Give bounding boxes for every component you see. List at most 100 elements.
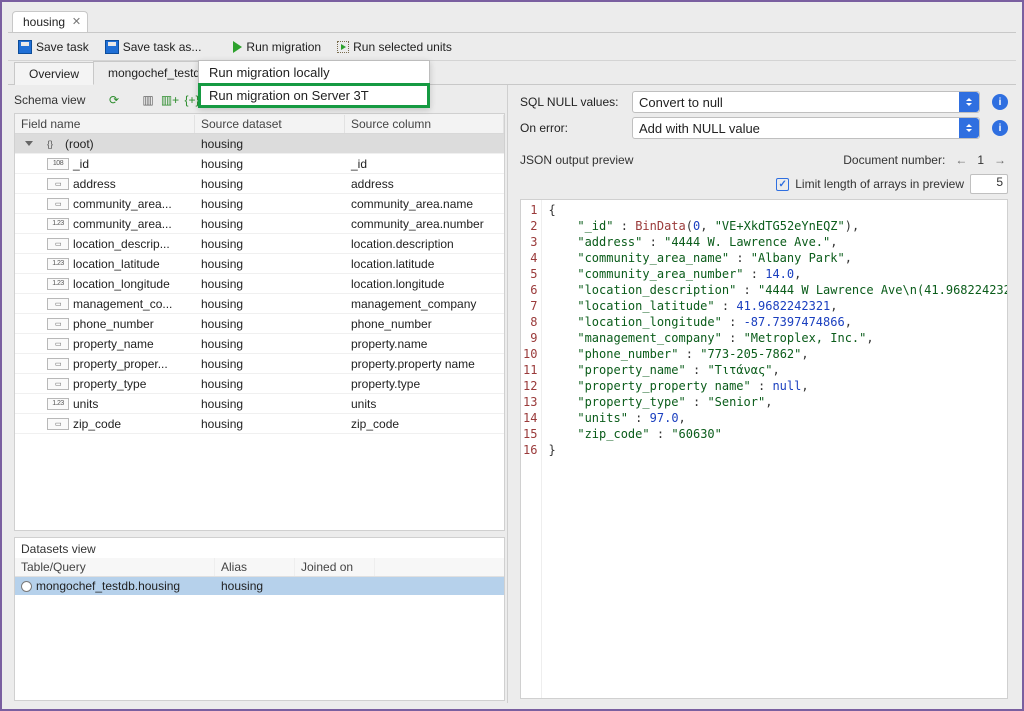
limit-arrays-checkbox[interactable]: ✓ bbox=[776, 178, 789, 191]
type-icon: ▭ bbox=[47, 238, 69, 250]
type-icon: 108 bbox=[47, 158, 69, 170]
source-dataset-cell: housing bbox=[195, 256, 345, 272]
save-icon bbox=[18, 40, 32, 54]
col-source-dataset[interactable]: Source dataset bbox=[195, 115, 345, 133]
schema-row[interactable]: {}(root)housing bbox=[15, 134, 504, 154]
schema-row[interactable]: ▭ property_type housingproperty.type bbox=[15, 374, 504, 394]
source-dataset-cell: housing bbox=[195, 316, 345, 332]
source-column-cell: property.name bbox=[345, 336, 504, 352]
disclosure-icon[interactable] bbox=[25, 141, 33, 146]
field-name: community_area... bbox=[73, 197, 172, 211]
on-error-label: On error: bbox=[520, 121, 624, 135]
field-name: property_type bbox=[73, 377, 146, 391]
play-icon bbox=[233, 41, 242, 53]
type-icon: 1.23 bbox=[47, 398, 69, 410]
add-field-icon[interactable]: ▥+ bbox=[162, 92, 178, 108]
field-name: (root) bbox=[65, 137, 94, 151]
source-dataset-cell: housing bbox=[195, 156, 345, 172]
source-dataset-cell: housing bbox=[195, 196, 345, 212]
schema-row[interactable]: ▭property_proper...housingproperty.prope… bbox=[15, 354, 504, 374]
schema-row[interactable]: ▭property_namehousingproperty.name bbox=[15, 334, 504, 354]
nav-tabs: Overview mongochef_testdb bbox=[8, 61, 1016, 85]
type-icon: 1.23 bbox=[47, 258, 69, 270]
dataset-row[interactable]: mongochef_testdb.housing housing bbox=[15, 577, 504, 595]
source-column-cell: community_area.number bbox=[345, 216, 504, 232]
code-content: { "_id" : BinData(0, "VE+XkdTG52eYnEQZ")… bbox=[542, 200, 1008, 698]
type-icon: 1.23 bbox=[47, 278, 69, 290]
toolbar: Save task Save task as... Run migration … bbox=[8, 33, 1016, 61]
source-dataset-cell: housing bbox=[195, 216, 345, 232]
doc-number-label: Document number: bbox=[843, 153, 945, 167]
prev-doc-button[interactable]: ← bbox=[953, 153, 969, 167]
schema-table: Field name Source dataset Source column … bbox=[14, 113, 505, 531]
source-dataset-cell: housing bbox=[195, 296, 345, 312]
json-output-preview[interactable]: 1 2 3 4 5 6 7 8 9 10 11 12 13 14 15 16 {… bbox=[520, 199, 1008, 699]
dropdown-item[interactable]: Run migration locally bbox=[199, 61, 429, 84]
source-column-cell: community_area.name bbox=[345, 196, 504, 212]
struct-icon[interactable]: ▥ bbox=[140, 92, 156, 108]
document-tabs: housing ✕ bbox=[8, 8, 1016, 32]
tab-overview[interactable]: Overview bbox=[14, 62, 94, 85]
limit-arrays-input[interactable]: 5 bbox=[970, 174, 1008, 194]
schema-row[interactable]: ▭location_descrip...housinglocation.desc… bbox=[15, 234, 504, 254]
type-icon: ▭ bbox=[47, 378, 69, 390]
source-column-cell: _id bbox=[345, 156, 504, 172]
source-dataset-cell: housing bbox=[195, 276, 345, 292]
schema-row[interactable]: ▭phone_numberhousingphone_number bbox=[15, 314, 504, 334]
schema-row[interactable]: ▭management_co...housingmanagement_compa… bbox=[15, 294, 504, 314]
schema-row[interactable]: 1.23 location_latitude housinglocation.lat… bbox=[15, 254, 504, 274]
play-selected-icon bbox=[337, 41, 349, 53]
source-column-cell: property.type bbox=[345, 376, 504, 392]
field-name: management_co... bbox=[73, 297, 172, 311]
field-name: property_proper... bbox=[73, 357, 168, 371]
field-name: community_area... bbox=[73, 217, 172, 231]
schema-row[interactable]: ▭zip_codehousingzip_code bbox=[15, 414, 504, 434]
col-source-column[interactable]: Source column bbox=[345, 115, 504, 133]
col-table-query[interactable]: Table/Query bbox=[15, 558, 215, 576]
on-error-select[interactable]: Add with NULL value bbox=[632, 117, 980, 139]
type-icon: ▭ bbox=[47, 418, 69, 430]
schema-row[interactable]: 1.23location_longitudehousinglocation.lo… bbox=[15, 274, 504, 294]
type-icon: ▭ bbox=[47, 358, 69, 370]
dropdown-item[interactable]: Run migration on Server 3T bbox=[199, 84, 429, 107]
source-column-cell: location.latitude bbox=[345, 256, 504, 272]
next-doc-button[interactable]: → bbox=[992, 153, 1008, 167]
refresh-icon[interactable]: ⟳ bbox=[106, 92, 122, 108]
schema-row[interactable]: 1.23 community_area... housingcommunity_ar… bbox=[15, 214, 504, 234]
tab-title: housing bbox=[23, 15, 65, 29]
limit-arrays-label: Limit length of arrays in preview bbox=[795, 177, 964, 191]
source-dataset-cell: housing bbox=[195, 416, 345, 432]
source-column-cell: address bbox=[345, 176, 504, 192]
type-icon: 1.23 bbox=[47, 218, 69, 230]
schema-row[interactable]: 1.23unitshousingunits bbox=[15, 394, 504, 414]
schema-row[interactable]: 108_idhousing_id bbox=[15, 154, 504, 174]
source-dataset-cell: housing bbox=[195, 376, 345, 392]
save-task-as-button[interactable]: Save task as... bbox=[101, 38, 206, 56]
radio-icon[interactable] bbox=[21, 581, 32, 592]
run-selected-units-button[interactable]: Run selected units bbox=[333, 38, 456, 56]
save-task-button[interactable]: Save task bbox=[14, 38, 93, 56]
close-icon[interactable]: ✕ bbox=[72, 15, 81, 28]
info-icon[interactable]: i bbox=[992, 94, 1008, 110]
col-field-name[interactable]: Field name bbox=[15, 115, 195, 133]
run-migration-button[interactable]: Run migration bbox=[229, 38, 325, 56]
run-migration-dropdown: Run migration locallyRun migration on Se… bbox=[198, 60, 430, 108]
source-dataset-cell: housing bbox=[195, 396, 345, 412]
field-name: location_latitude bbox=[73, 257, 160, 271]
source-dataset-cell: housing bbox=[195, 136, 345, 152]
datasets-view: Datasets view Table/Query Alias Joined o… bbox=[14, 537, 505, 701]
schema-view-label: Schema view bbox=[14, 93, 100, 107]
sql-null-select[interactable]: Convert to null bbox=[632, 91, 980, 113]
type-icon: ▭ bbox=[47, 178, 69, 190]
source-column-cell: phone_number bbox=[345, 316, 504, 332]
select-arrows-icon bbox=[959, 118, 979, 138]
col-joined-on[interactable]: Joined on bbox=[295, 558, 375, 576]
schema-row[interactable]: ▭community_area...housingcommunity_area.… bbox=[15, 194, 504, 214]
source-column-cell: zip_code bbox=[345, 416, 504, 432]
schema-row[interactable]: ▭addresshousingaddress bbox=[15, 174, 504, 194]
col-alias[interactable]: Alias bbox=[215, 558, 295, 576]
field-name: units bbox=[73, 397, 98, 411]
field-name: phone_number bbox=[73, 317, 154, 331]
document-tab-housing[interactable]: housing ✕ bbox=[12, 11, 88, 32]
info-icon[interactable]: i bbox=[992, 120, 1008, 136]
